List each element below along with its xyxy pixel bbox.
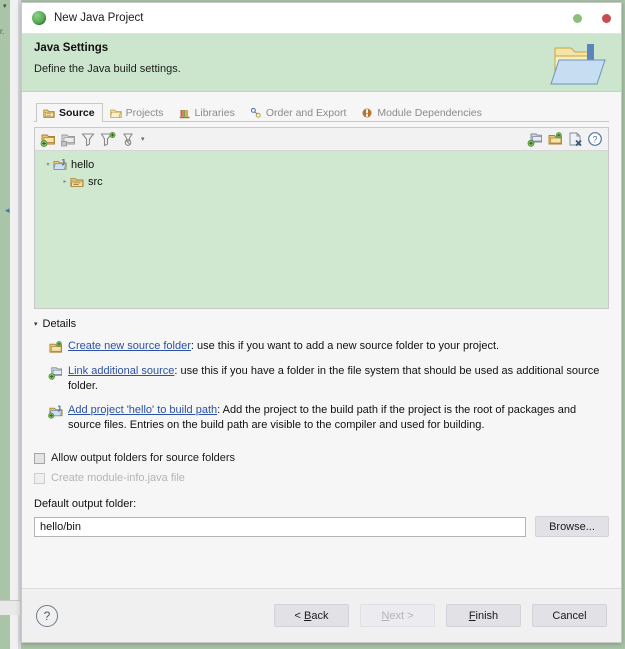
tab-projects[interactable]: Projects <box>103 104 172 121</box>
module-dependencies-icon <box>362 108 372 117</box>
tab-order-and-export[interactable]: Order and Export <box>243 104 355 121</box>
link-source-icon <box>48 367 63 380</box>
details-header[interactable]: ▾ Details <box>34 318 609 330</box>
back-button[interactable]: < Back <box>274 604 349 627</box>
banner-title: Java Settings <box>34 42 109 54</box>
create-new-source-folder-link[interactable]: Create new source folder <box>68 340 191 352</box>
source-folder-icon <box>70 177 84 187</box>
detail-text: Create new source folder: use this if yo… <box>68 339 609 354</box>
window-controls <box>573 3 611 33</box>
svg-text:?: ? <box>592 134 597 144</box>
cancel-button[interactable]: Cancel <box>532 604 607 627</box>
allow-output-folders-checkbox-row[interactable]: Allow output folders for source folders <box>34 452 609 464</box>
create-folder-icon[interactable] <box>547 131 563 147</box>
remove-source-folder-icon[interactable] <box>60 131 76 147</box>
tree-item-src[interactable]: ▸ src <box>35 173 608 190</box>
allow-output-folders-checkbox[interactable] <box>34 452 45 464</box>
dialog-banner: Java Settings Define the Java build sett… <box>22 34 621 92</box>
tab-libraries[interactable]: Libraries <box>172 104 243 121</box>
allow-output-folders-label: Allow output folders for source folders <box>51 452 236 464</box>
remove-entry-icon[interactable] <box>567 131 583 147</box>
add-source-folder-icon[interactable] <box>40 131 56 147</box>
source-folders-panel: ▾ ? ▾ hello ▸ src <box>34 127 609 309</box>
tab-label: Order and Export <box>265 106 347 119</box>
add-project-to-build-path-link[interactable]: Add project 'hello' to build path <box>68 404 217 416</box>
dialog-titlebar: New Java Project <box>22 3 621 34</box>
banner-subtitle: Define the Java build settings. <box>34 63 181 75</box>
default-output-folder-row: Browse... <box>34 516 609 537</box>
backdrop-status-strip <box>0 600 20 615</box>
new-java-project-dialog: New Java Project Java Settings Define th… <box>21 2 622 643</box>
tree-toolbar: ▾ ? <box>35 128 608 151</box>
finish-button[interactable]: Finish <box>446 604 521 627</box>
link-source-icon[interactable] <box>527 131 543 147</box>
details-label: Details <box>42 318 77 330</box>
source-folders-tree[interactable]: ▾ hello ▸ src <box>35 151 608 308</box>
minimize-dot-icon[interactable] <box>573 13 582 23</box>
tree-item-label: hello <box>71 158 95 171</box>
create-module-info-checkbox-row: Create module-info.java file <box>34 472 609 484</box>
dialog-footer: ? < Back Next > Finish Cancel <box>22 588 621 642</box>
java-project-icon <box>53 158 67 170</box>
next-button: Next > <box>360 604 435 627</box>
clear-filter-icon[interactable] <box>120 131 136 147</box>
dialog-title: New Java Project <box>54 12 144 24</box>
tree-twisty-icon[interactable]: ▾ <box>43 161 53 168</box>
toolbar-menu-caret-icon[interactable]: ▾ <box>141 135 145 143</box>
help-button[interactable]: ? <box>36 604 58 627</box>
tab-label: Libraries <box>194 106 235 119</box>
tab-label: Projects <box>125 106 164 119</box>
backdrop-arrow: ◂ <box>5 205 10 215</box>
tab-source[interactable]: Source <box>36 103 103 122</box>
tree-item-label: src <box>88 175 103 188</box>
backdrop-panel-strip <box>10 0 18 649</box>
dialog-body: Source Projects Libraries Order and Expo… <box>22 92 621 588</box>
close-dot-icon[interactable] <box>602 13 611 23</box>
create-module-info-label: Create module-info.java file <box>51 472 185 484</box>
create-module-info-checkbox <box>34 472 45 484</box>
help-icon[interactable]: ? <box>587 131 603 147</box>
add-to-build-path-icon <box>48 405 63 419</box>
detail-text: Link additional source: use this if you … <box>68 364 609 394</box>
tab-label: Source <box>59 106 95 119</box>
create-source-folder-icon <box>49 341 63 353</box>
detail-add-project-to-build-path: Add project 'hello' to build path: Add t… <box>34 403 609 433</box>
tab-module-dependencies[interactable]: Module Dependencies <box>354 104 490 121</box>
detail-create-source-folder: Create new source folder: use this if yo… <box>34 339 609 355</box>
detail-description: : use this if you want to add a new sour… <box>190 340 500 352</box>
java-folder-banner-icon <box>550 44 606 85</box>
build-path-tabs: Source Projects Libraries Order and Expo… <box>34 100 609 122</box>
source-folder-icon <box>43 109 55 118</box>
libraries-icon <box>179 109 190 118</box>
backdrop-text: r. <box>0 27 5 36</box>
detail-link-additional-source: Link additional source: use this if you … <box>34 364 609 394</box>
browse-button[interactable]: Browse... <box>535 516 609 537</box>
tree-twisty-icon[interactable]: ▸ <box>60 178 70 185</box>
add-filter-icon[interactable] <box>100 131 116 147</box>
projects-icon <box>109 109 122 118</box>
detail-text: Add project 'hello' to build path: Add t… <box>68 403 609 433</box>
link-additional-source-link[interactable]: Link additional source <box>68 365 174 377</box>
filter-icon[interactable] <box>80 131 96 147</box>
backdrop-tick: ▾ <box>3 3 7 10</box>
tab-label: Module Dependencies <box>377 106 482 119</box>
default-output-folder-label: Default output folder: <box>34 498 137 510</box>
tree-item-project[interactable]: ▾ hello <box>35 156 608 173</box>
default-output-folder-input[interactable] <box>34 516 526 537</box>
eclipse-java-icon <box>32 11 46 25</box>
order-export-icon <box>250 107 261 118</box>
details-twisty-icon[interactable]: ▾ <box>34 320 38 328</box>
